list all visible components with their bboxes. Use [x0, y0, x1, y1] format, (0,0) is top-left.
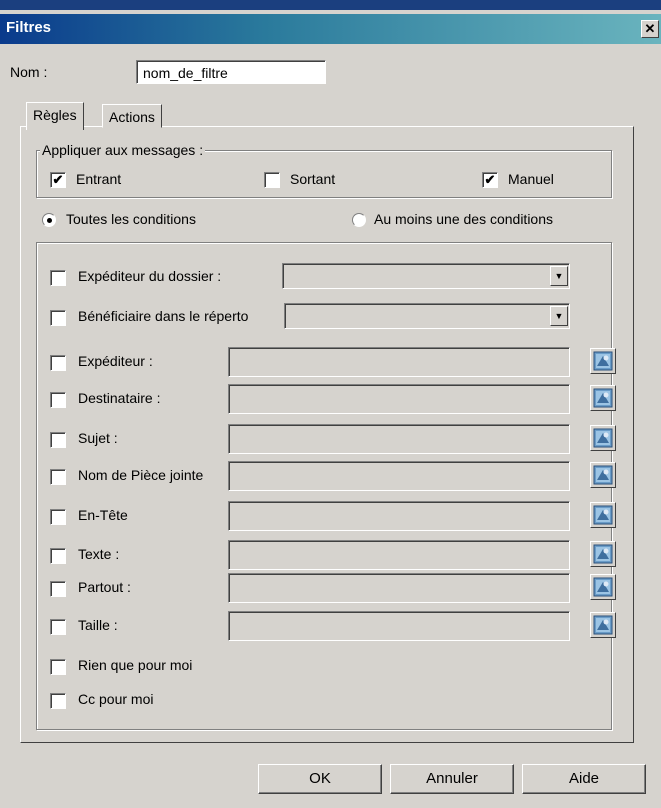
condition-text-field[interactable] [228, 347, 570, 377]
address-book-button[interactable] [590, 385, 616, 411]
manual-label: Manuel [508, 171, 554, 187]
incoming-checkmark: ✔ [52, 172, 64, 187]
condition-checkbox[interactable] [50, 548, 66, 564]
name-label: Nom : [10, 64, 48, 80]
condition-label: Bénéficiaire dans le réperto [78, 308, 249, 324]
condition-label: Cc pour moi [78, 691, 154, 707]
condition-text-field[interactable] [228, 461, 570, 491]
address-book-button[interactable] [590, 541, 616, 567]
condition-label: Destinataire : [78, 390, 161, 406]
name-field[interactable]: nom_de_filtre [136, 60, 326, 84]
cancel-button[interactable]: Annuler [390, 764, 514, 794]
help-button[interactable]: Aide [522, 764, 646, 794]
any-condition-label: Au moins une des conditions [374, 211, 553, 227]
radio-selected-dot [47, 218, 52, 223]
condition-checkbox[interactable] [50, 659, 66, 675]
condition-label: Partout : [78, 579, 131, 595]
all-conditions-radio[interactable] [42, 213, 56, 227]
condition-label: Sujet : [78, 430, 118, 446]
condition-checkbox[interactable] [50, 619, 66, 635]
manual-checkbox[interactable]: ✔ [482, 172, 498, 188]
condition-checkbox[interactable] [50, 392, 66, 408]
condition-label: En-Tête [78, 507, 128, 523]
condition-label: Expéditeur : [78, 353, 153, 369]
outgoing-checkbox[interactable] [264, 172, 280, 188]
condition-checkbox[interactable] [50, 310, 66, 326]
condition-checkbox[interactable] [50, 469, 66, 485]
condition-label: Expéditeur du dossier : [78, 268, 222, 284]
address-book-button[interactable] [590, 612, 616, 638]
condition-checkbox[interactable] [50, 509, 66, 525]
condition-label: Taille : [78, 617, 118, 633]
tab-actions[interactable]: Actions [102, 104, 162, 128]
address-book-icon [592, 614, 614, 639]
address-book-icon [592, 387, 614, 412]
address-book-button[interactable] [590, 462, 616, 488]
condition-label: Nom de Pièce jointe [78, 467, 204, 483]
condition-dropdown[interactable] [284, 303, 570, 329]
condition-text-field[interactable] [228, 611, 570, 641]
condition-checkbox[interactable] [50, 270, 66, 286]
condition-checkbox[interactable] [50, 355, 66, 371]
address-book-button[interactable] [590, 425, 616, 451]
address-book-button[interactable] [590, 574, 616, 600]
condition-text-field[interactable] [228, 384, 570, 414]
condition-checkbox[interactable] [50, 693, 66, 709]
incoming-label: Entrant [76, 171, 122, 187]
condition-text-field[interactable] [228, 540, 570, 570]
condition-text-field[interactable] [228, 573, 570, 603]
condition-checkbox[interactable] [50, 432, 66, 448]
incoming-checkbox[interactable]: ✔ [50, 172, 66, 188]
condition-text-field[interactable] [228, 424, 570, 454]
close-button[interactable]: ✕ [641, 20, 659, 38]
address-book-icon [592, 576, 614, 601]
condition-checkbox[interactable] [50, 581, 66, 597]
address-book-icon [592, 464, 614, 489]
address-book-icon [592, 504, 614, 529]
title-bar: Filtres ✕ [0, 14, 661, 44]
ok-button[interactable]: OK [258, 764, 382, 794]
apply-legend: Appliquer aux messages : [40, 142, 206, 158]
window-title: Filtres [6, 19, 52, 36]
address-book-button[interactable] [590, 348, 616, 374]
address-book-button[interactable] [590, 502, 616, 528]
address-book-icon [592, 350, 614, 375]
condition-dropdown[interactable] [282, 263, 570, 289]
condition-label: Texte : [78, 546, 120, 562]
outgoing-label: Sortant [290, 171, 336, 187]
tab-rules-label: Règles [33, 107, 77, 123]
address-book-icon [592, 543, 614, 568]
tab-actions-label: Actions [109, 109, 155, 125]
address-book-icon [592, 427, 614, 452]
chevron-down-icon[interactable]: ▼ [550, 306, 568, 326]
any-condition-radio[interactable] [352, 213, 366, 227]
manual-checkmark: ✔ [484, 172, 496, 187]
chevron-down-icon[interactable]: ▼ [550, 266, 568, 286]
tab-rules[interactable]: Règles [26, 102, 84, 130]
condition-text-field[interactable] [228, 501, 570, 531]
all-conditions-label: Toutes les conditions [66, 211, 196, 227]
condition-label: Rien que pour moi [78, 657, 193, 673]
